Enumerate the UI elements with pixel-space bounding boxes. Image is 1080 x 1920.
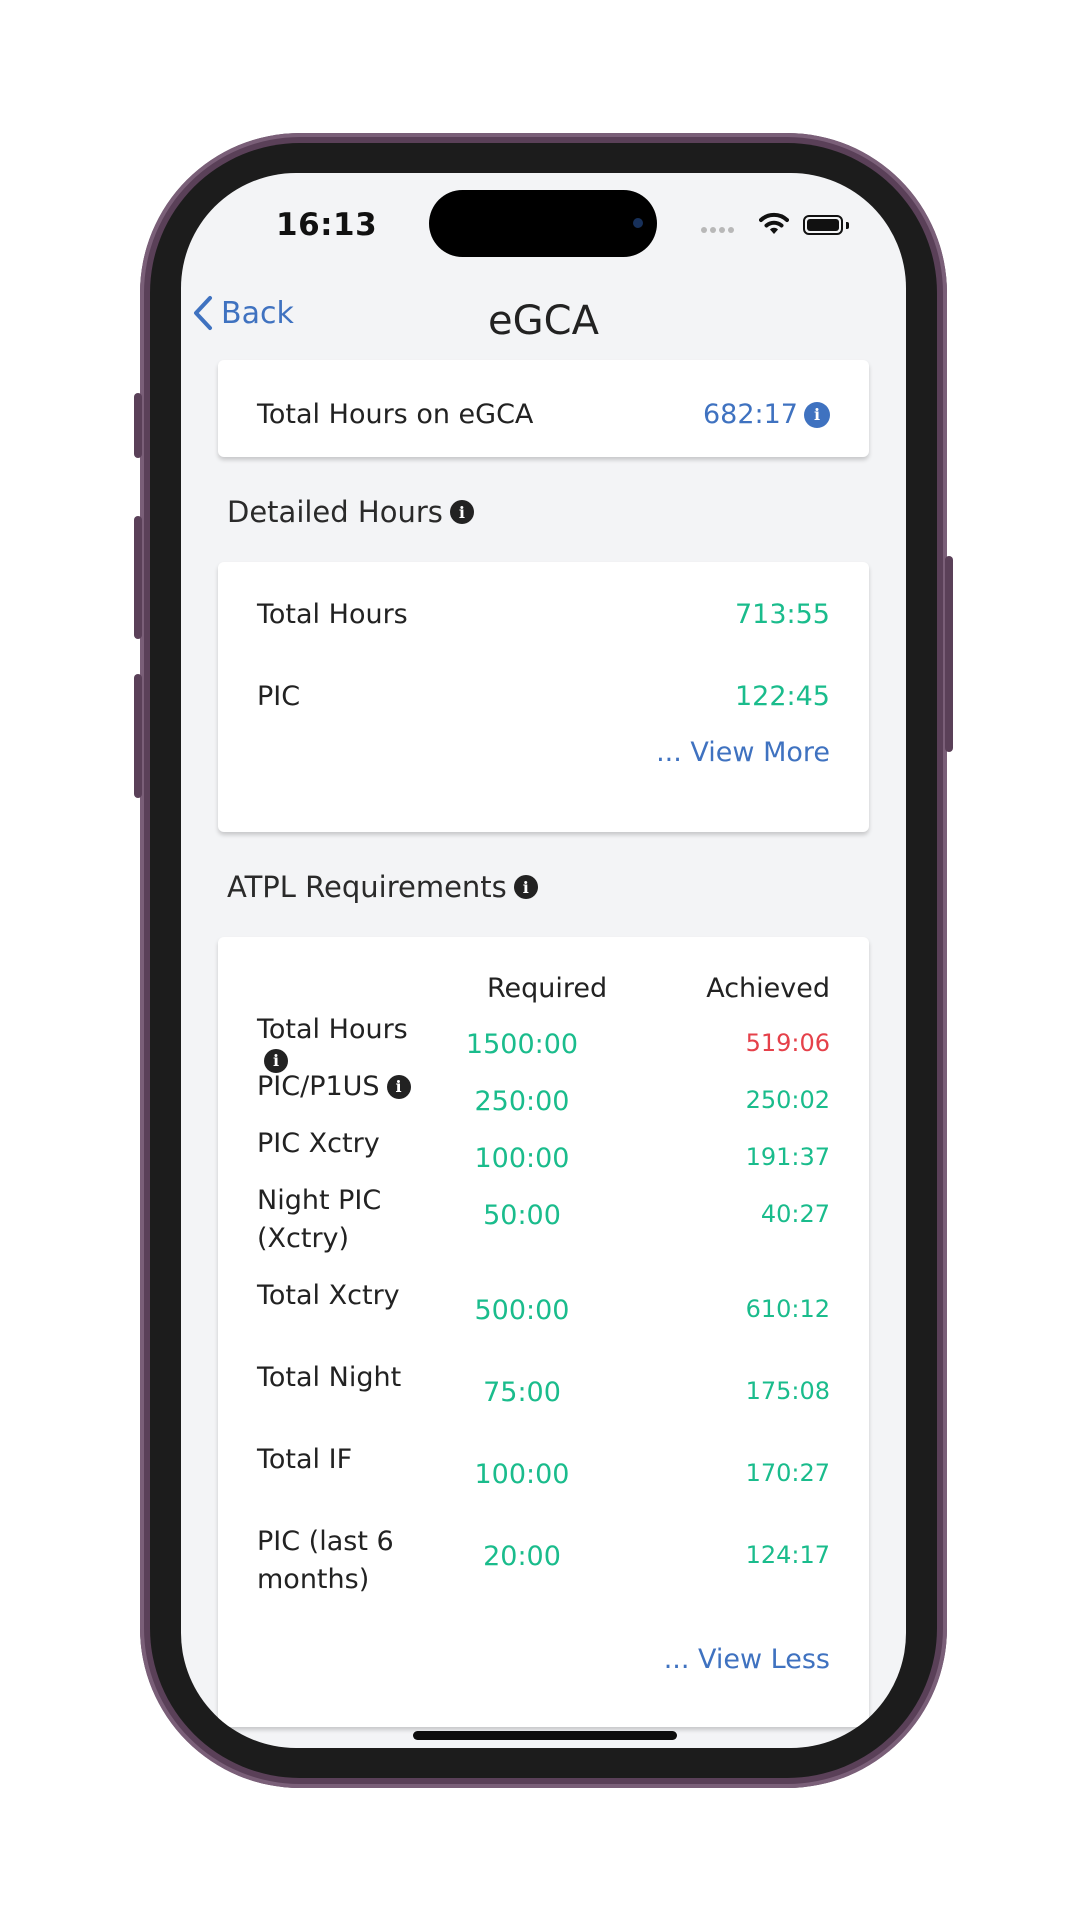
info-icon[interactable]: i [804, 401, 830, 428]
camera-icon [633, 218, 643, 228]
atpl-achieved-value: 124:17 [745, 1541, 830, 1569]
detailed-hours-title-text: Detailed Hours [227, 495, 443, 529]
atpl-achieved-value: 519:06 [745, 1029, 830, 1057]
atpl-row-label: PIC/P1US i [257, 1068, 437, 1106]
atpl-required-value: 50:00 [483, 1200, 561, 1231]
detailed-row-value: 122:45 [735, 681, 830, 712]
phone-power-button [945, 556, 953, 752]
col-header-achieved: Achieved [706, 973, 830, 1004]
battery-cap [846, 222, 849, 229]
atpl-required-value: 75:00 [483, 1377, 561, 1408]
atpl-achieved-value: 170:27 [745, 1459, 830, 1487]
atpl-required-value: 100:00 [474, 1143, 570, 1174]
atpl-row-label-text: PIC/P1US [257, 1071, 380, 1102]
status-time: 16:13 [276, 207, 378, 243]
info-icon[interactable]: i [386, 1075, 411, 1099]
atpl-achieved-value: 175:08 [745, 1377, 830, 1405]
detailed-row-label: Total Hours [257, 599, 408, 630]
info-icon[interactable]: i [513, 875, 538, 899]
atpl-required-value: 500:00 [474, 1295, 570, 1326]
atpl-row-label: Total Xctry [257, 1280, 400, 1311]
egca-total-value: 682:17 i [703, 399, 830, 430]
egca-total-card: Total Hours on eGCA 682:17 i [218, 360, 869, 457]
atpl-row-label: Total Night [257, 1362, 402, 1393]
signal-icon [701, 227, 734, 233]
atpl-achieved-value: 610:12 [745, 1295, 830, 1323]
phone-action-button [134, 393, 142, 458]
detailed-hours-title: Detailed Hours i [227, 495, 474, 529]
info-icon[interactable]: i [449, 500, 474, 524]
atpl-requirements-title-text: ATPL Requirements [227, 870, 507, 904]
detailed-row-label: PIC [257, 681, 301, 712]
detailed-row-value: 713:55 [735, 599, 830, 630]
atpl-row-label: PIC (last 6 months) [257, 1526, 394, 1595]
egca-total-hours: 682:17 [703, 399, 798, 430]
wifi-icon [759, 212, 789, 234]
col-header-required: Required [487, 973, 608, 1004]
atpl-achieved-value: 191:37 [745, 1143, 830, 1171]
view-less-link[interactable]: ... View Less [664, 1644, 830, 1675]
phone-volume-up-button [134, 516, 142, 639]
page-title: eGCA [488, 298, 599, 344]
atpl-row-label: PIC Xctry [257, 1128, 380, 1159]
atpl-row-label-text: Total Hours [257, 1014, 408, 1045]
atpl-required-value: 250:00 [474, 1086, 570, 1117]
home-indicator[interactable] [413, 1731, 677, 1740]
atpl-requirements-title: ATPL Requirements i [227, 870, 538, 904]
atpl-achieved-value: 250:02 [745, 1086, 830, 1114]
atpl-row-label: Total Hours i [257, 1011, 437, 1073]
atpl-required-value: 100:00 [474, 1459, 570, 1490]
atpl-row-label: Total IF [257, 1444, 353, 1475]
atpl-achieved-value: 40:27 [760, 1200, 830, 1228]
detailed-hours-card: Total Hours 713:55 PIC 122:45 ... View M… [218, 562, 869, 832]
atpl-row-label: Night PIC (Xctry) [257, 1185, 382, 1254]
view-more-link[interactable]: ... View More [656, 737, 830, 768]
battery-icon [803, 215, 843, 235]
egca-total-label: Total Hours on eGCA [257, 399, 534, 430]
atpl-requirements-card: Required Achieved Total Hours i 1500:00 … [218, 937, 869, 1727]
phone-volume-down-button [134, 674, 142, 798]
atpl-required-value: 20:00 [483, 1541, 561, 1572]
atpl-required-value: 1500:00 [465, 1029, 579, 1060]
screen: 16:13 Back eGCA Total Hours on eGCA 682:… [181, 173, 906, 1748]
dynamic-island [429, 190, 657, 257]
